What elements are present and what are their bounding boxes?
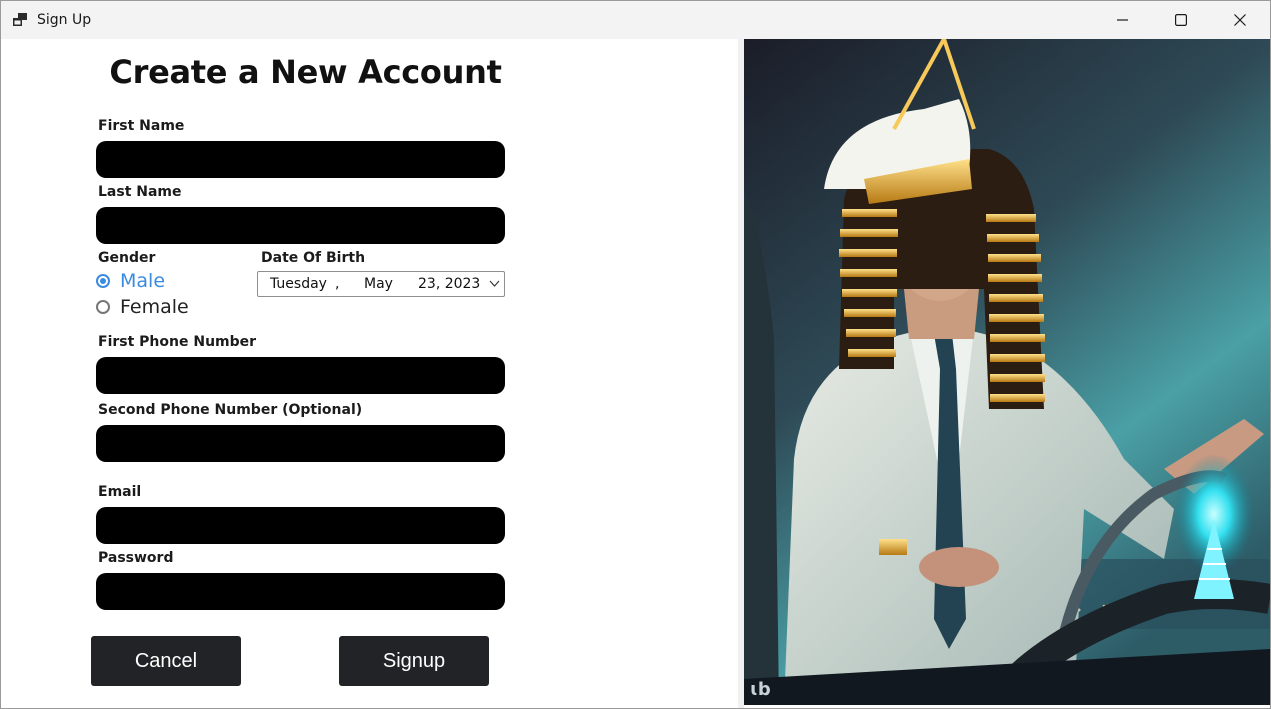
cancel-button[interactable]: Cancel [91,636,241,686]
password-label: Password [98,550,174,566]
gender-female-label: Female [120,296,189,318]
maximize-icon [1175,14,1187,26]
email-label: Email [98,484,142,500]
dob-separator: , [335,276,340,292]
dob-day-year[interactable]: 23, 2023 [418,276,480,292]
first-phone-label: First Phone Number [98,334,257,350]
date-of-birth-picker[interactable]: Tuesday , May 23, 2023 [257,271,505,297]
gender-female-radio[interactable]: Female [96,296,189,318]
signup-form: Create a New Account First Name Last Nam… [1,39,738,708]
app-window-icon [13,13,27,26]
last-name-field[interactable] [96,207,505,244]
decorative-image: ɩb [744,39,1270,705]
second-phone-field[interactable] [96,425,505,462]
dob-month[interactable]: May [364,276,393,292]
gender-male-label: Male [120,270,166,292]
password-field[interactable] [96,573,505,610]
title-bar[interactable]: Sign Up [1,1,1270,39]
first-phone-field[interactable] [96,357,505,394]
minimize-button[interactable] [1094,1,1152,39]
signup-window: Sign Up Create a New Account First Name … [0,0,1271,709]
watermark-icon: ɩb [750,679,771,700]
close-button[interactable] [1211,1,1269,39]
signup-button[interactable]: Signup [339,636,489,686]
first-name-label: First Name [98,118,185,134]
pharaoh-captain-illustration: ɩb [744,39,1270,705]
second-phone-label: Second Phone Number (Optional) [98,402,363,418]
gender-male-radio[interactable]: Male [96,270,165,292]
gender-label: Gender [98,250,156,266]
last-name-label: Last Name [98,184,182,200]
close-icon [1234,14,1246,26]
page-title: Create a New Account [109,53,502,91]
email-field[interactable] [96,507,505,544]
chevron-down-icon[interactable] [489,278,500,289]
dob-label: Date Of Birth [261,250,366,266]
radio-unchecked-icon [96,300,110,314]
first-name-field[interactable] [96,141,505,178]
minimize-icon [1117,19,1128,21]
maximize-button[interactable] [1152,1,1210,39]
radio-checked-icon [96,274,110,288]
window-title: Sign Up [37,12,92,28]
dob-weekday[interactable]: Tuesday [270,276,327,292]
